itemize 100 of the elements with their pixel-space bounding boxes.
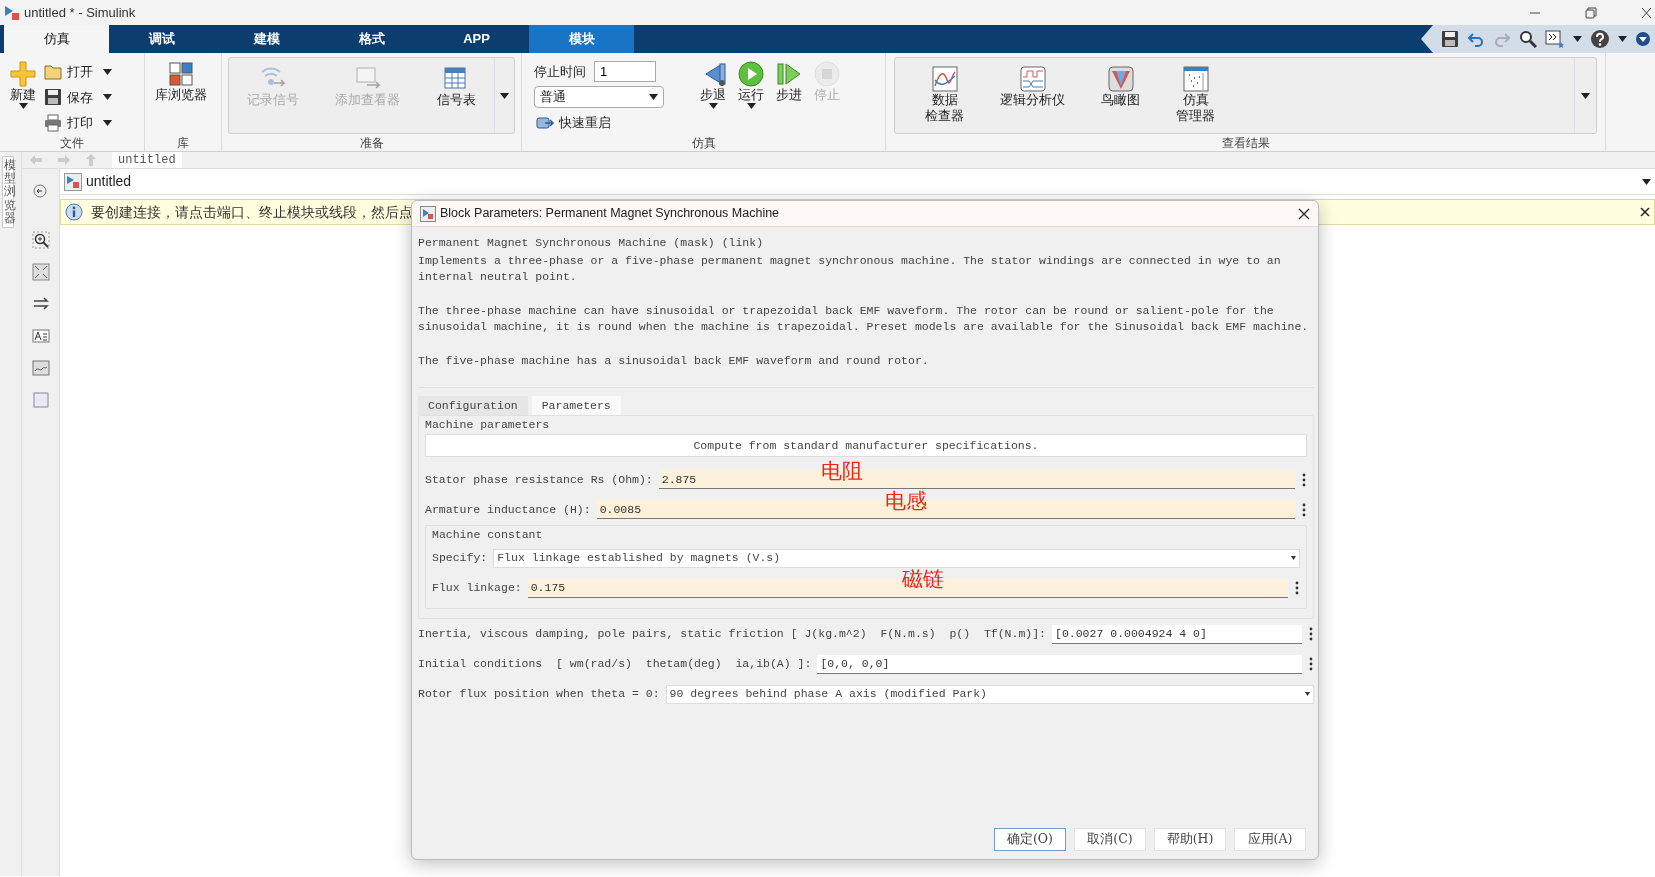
image-icon[interactable] <box>31 359 50 377</box>
dropdown-field[interactable]: 90 degrees behind phase A axis (modified Park) <box>665 684 1314 704</box>
group-label: 查看结果 <box>1220 135 1271 151</box>
dialog-button[interactable]: 帮助(H) <box>1154 828 1226 851</box>
ribbon-tab[interactable]: 仿真 <box>4 25 109 53</box>
button-label: 数据 <box>931 92 958 109</box>
caret-icon[interactable] <box>18 103 28 110</box>
restart-icon <box>536 114 554 131</box>
caret-icon[interactable] <box>103 94 112 101</box>
new-button[interactable]: 新建 <box>4 57 42 134</box>
field-label: Specify: <box>432 550 488 567</box>
fast-restart-button[interactable]: 快速重启 <box>534 112 686 134</box>
ribbon-button[interactable]: 打开 <box>42 61 95 83</box>
dialog-tab[interactable]: Parameters <box>531 396 621 416</box>
ribbon-button[interactable]: 运行 <box>732 57 770 134</box>
info-icon <box>65 203 83 221</box>
text-icon[interactable] <box>31 327 50 345</box>
ribbon-tab[interactable]: 模块 <box>529 25 634 53</box>
restore-icon[interactable] <box>1585 6 1597 19</box>
description-text: The three-phase machine can have sinusoidal or trapezoidal back EMF waveform. The rotor can be round or salient-pole for the sinusoidal machine, it is round when the machine is trapezoidal. Preset models are available for the Sinusoidal back EMF machine. <box>418 303 1310 335</box>
more-icon[interactable] <box>1308 626 1314 642</box>
chart-icon <box>931 66 958 92</box>
ribbon-button[interactable]: 逻辑分析仪 <box>994 62 1071 133</box>
close-icon[interactable] <box>1298 207 1310 220</box>
caret-icon[interactable] <box>1642 178 1651 185</box>
shield-icon <box>1107 66 1134 92</box>
hide-icon[interactable] <box>31 183 50 201</box>
input-field[interactable]: [0.0027 0.0004924 4 0] <box>1052 624 1302 644</box>
ribbon-tab[interactable]: 建模 <box>214 25 319 53</box>
zoom-icon[interactable] <box>31 231 50 249</box>
ribbon-tab[interactable]: APP <box>424 25 529 53</box>
search-icon[interactable] <box>1519 30 1537 48</box>
ribbon-button[interactable]: 仿真 管理器 <box>1170 62 1221 133</box>
button-label: 逻辑分析仪 <box>1000 92 1065 109</box>
more-icon[interactable] <box>1308 656 1314 672</box>
grid-icon <box>1182 66 1209 92</box>
button-label: 管理器 <box>1176 108 1215 125</box>
field-label: Stator phase resistance Rs (Ohm): <box>425 472 653 489</box>
dialog-button[interactable]: 确定(O) <box>994 828 1066 851</box>
group-label: 库 <box>176 135 190 151</box>
ribbon-button[interactable]: 信号表 <box>430 62 482 133</box>
ribbon-tab[interactable]: 格式 <box>319 25 424 53</box>
input-field[interactable]: [0,0, 0,0] <box>817 654 1302 674</box>
fit-icon[interactable] <box>31 263 50 281</box>
waveform-icon <box>1019 66 1046 92</box>
step-forward-icon <box>776 61 802 87</box>
caret-icon[interactable] <box>708 103 718 110</box>
window-icon[interactable] <box>1545 30 1565 48</box>
dropdown-field[interactable]: Flux linkage established by magnets (V.s) <box>493 548 1300 568</box>
caret-icon[interactable] <box>500 92 509 99</box>
caret-icon[interactable] <box>103 119 112 126</box>
plus-icon <box>10 61 36 87</box>
dialog-button[interactable]: 取消(C) <box>1074 828 1146 851</box>
save-icon[interactable] <box>1441 30 1459 48</box>
close-icon[interactable] <box>1641 6 1651 19</box>
stop-time-field[interactable]: 1 <box>594 61 656 82</box>
more-icon[interactable] <box>1301 501 1307 518</box>
model-icon <box>64 172 82 191</box>
undo-icon[interactable] <box>1467 30 1485 48</box>
ribbon-button[interactable]: 库浏览器 <box>149 57 213 134</box>
description-text: The five-phase machine has a sinusoidal back EMF waveform and round rotor. <box>418 353 930 369</box>
caret-icon[interactable] <box>1581 92 1590 99</box>
grid-icon <box>168 61 194 87</box>
caret-icon[interactable] <box>103 68 112 75</box>
caret-icon <box>1305 692 1310 696</box>
dialog-title: Block Parameters: Permanent Magnet Synchronous Machine <box>440 205 780 223</box>
side-tab[interactable]: 模型浏览器 <box>2 156 14 228</box>
stop-time-label: 停止时间 <box>534 62 586 81</box>
dropdown-icon[interactable] <box>1635 31 1651 47</box>
breadcrumb-tab[interactable]: untitled <box>112 152 182 168</box>
ribbon-button[interactable]: 步进 <box>770 57 808 134</box>
button-label: 检查器 <box>925 108 964 125</box>
ribbon-button[interactable]: 打印 <box>42 112 95 134</box>
mode-dropdown[interactable]: 普通 <box>534 86 664 108</box>
folder-icon <box>44 62 62 81</box>
model-icon <box>4 4 20 21</box>
caret-icon[interactable] <box>746 103 756 110</box>
compute-button[interactable]: Compute from standard manufacturer specifications. <box>425 433 1307 457</box>
ribbon-button[interactable]: 步退 <box>694 57 732 134</box>
more-icon[interactable] <box>1294 580 1300 596</box>
button-label: 鸟瞰图 <box>1101 92 1140 109</box>
help-icon[interactable] <box>1590 29 1610 49</box>
close-icon[interactable] <box>1640 207 1650 217</box>
block-icon <box>420 205 436 222</box>
ribbon-button[interactable]: 鸟瞰图 <box>1095 62 1146 133</box>
dialog-tab[interactable]: Configuration <box>418 396 528 416</box>
ribbon-button[interactable]: 保存 <box>42 86 95 108</box>
block-heading: Permanent Magnet Synchronous Machine (mask) (link) <box>418 235 765 251</box>
group-label: 仿真 <box>690 135 717 151</box>
more-icon[interactable] <box>1301 471 1307 488</box>
stop-icon <box>814 61 840 87</box>
ribbon-button[interactable]: 数据 检查器 <box>919 62 970 133</box>
caret-icon[interactable] <box>1573 36 1582 42</box>
description-text: Implements a three-phase or a five-phase permanent magnet synchronous machine. The stator windings are connected in wye to an internal neutral point. <box>418 253 1282 285</box>
ribbon-tab[interactable]: 调试 <box>109 25 214 53</box>
field-label: Initial conditions [ wm(rad/s) thetam(deg) ia,ib(A) ]: <box>418 656 812 673</box>
group-label: 文件 <box>59 135 85 151</box>
dialog-button[interactable]: 应用(A) <box>1234 828 1306 851</box>
group-title: Machine parameters <box>425 417 551 434</box>
caret-icon[interactable] <box>1618 36 1627 42</box>
